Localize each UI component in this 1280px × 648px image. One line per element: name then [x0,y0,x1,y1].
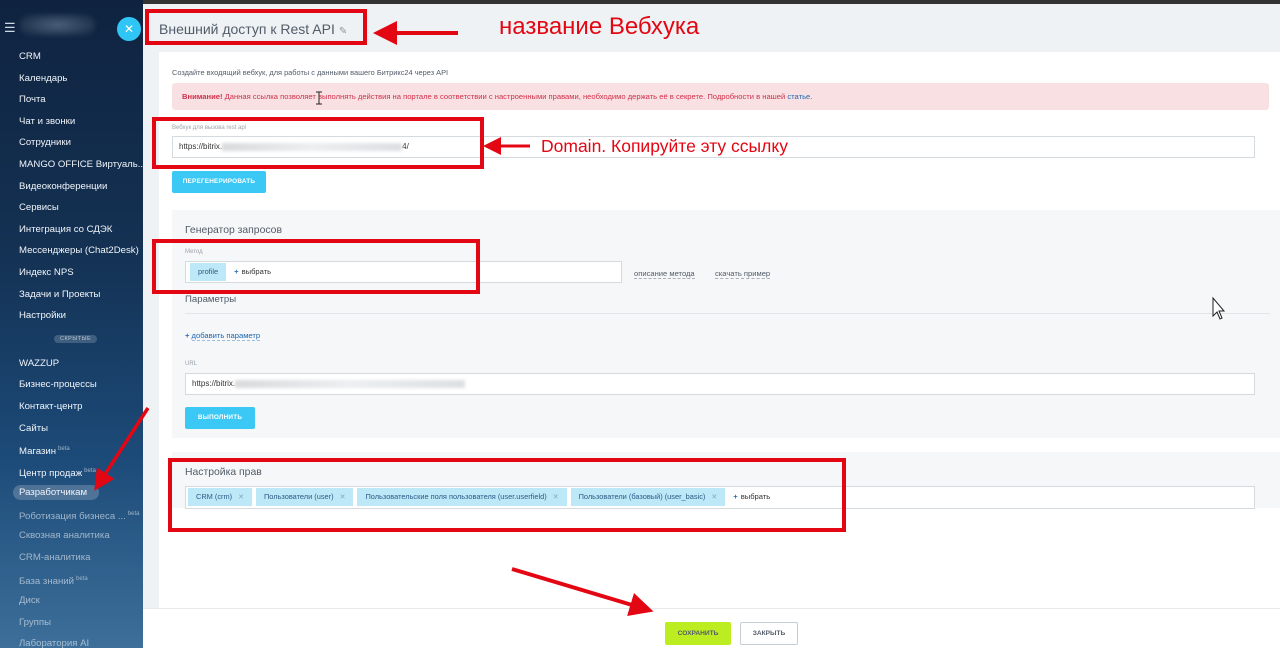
arrow-to-developers [94,407,150,491]
close-slider-icon[interactable]: ✕ [117,17,141,41]
annotation-arrows [94,21,1226,617]
arrow-to-save [511,567,654,617]
text-cursor-icon [316,91,322,105]
mouse-pointer-icon [1212,296,1226,320]
